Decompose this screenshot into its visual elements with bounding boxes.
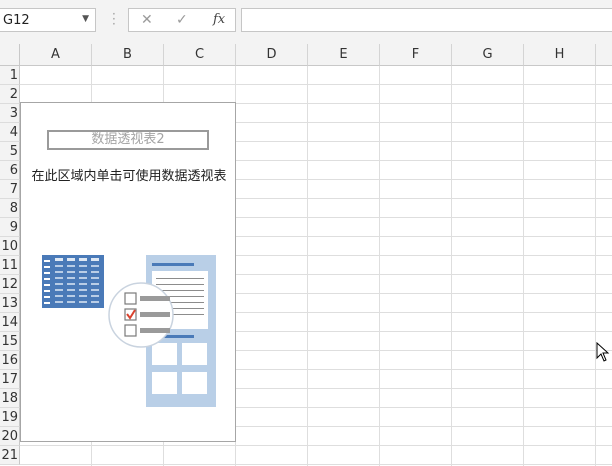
row-header-9[interactable]: 9 xyxy=(0,218,20,237)
row-header-21[interactable]: 21 xyxy=(0,446,20,465)
row-header-14[interactable]: 14 xyxy=(0,313,20,332)
column-header-f[interactable]: F xyxy=(380,44,452,66)
name-box-value: G12 xyxy=(3,13,30,28)
row-header-19[interactable]: 19 xyxy=(0,408,20,427)
select-all-corner[interactable] xyxy=(0,44,20,66)
column-header-b[interactable]: B xyxy=(92,44,164,66)
check-icon[interactable]: ✓ xyxy=(176,12,188,28)
row-header-2[interactable]: 2 xyxy=(0,85,20,104)
formula-bar-area: G12 ▼ · · · ✕ ✓ fx xyxy=(0,0,612,44)
pivot-table-hint: 在此区域内单击可使用数据透视表 xyxy=(31,169,227,184)
formula-input[interactable] xyxy=(241,8,612,32)
pivot-table-placeholder[interactable]: 数据透视表2 在此区域内单击可使用数据透视表 xyxy=(20,102,236,442)
row-header-20[interactable]: 20 xyxy=(0,427,20,446)
row-header-16[interactable]: 16 xyxy=(0,351,20,370)
row-header-11[interactable]: 11 xyxy=(0,256,20,275)
row-header-1[interactable]: 1 xyxy=(0,66,20,85)
mouse-cursor-icon xyxy=(596,342,610,362)
row-header-8[interactable]: 8 xyxy=(0,199,20,218)
row-header-7[interactable]: 7 xyxy=(0,180,20,199)
pivot-table-illustration xyxy=(42,255,216,407)
close-icon[interactable]: ✕ xyxy=(141,12,153,28)
row-header-15[interactable]: 15 xyxy=(0,332,20,351)
row-header-5[interactable]: 5 xyxy=(0,142,20,161)
row-header-3[interactable]: 3 xyxy=(0,104,20,123)
column-header-i[interactable] xyxy=(596,44,612,66)
column-header-a[interactable]: A xyxy=(20,44,92,66)
column-header-d[interactable]: D xyxy=(236,44,308,66)
fx-icon[interactable]: fx xyxy=(213,12,225,27)
row-header-4[interactable]: 4 xyxy=(0,123,20,142)
column-header-e[interactable]: E xyxy=(308,44,380,66)
row-header-17[interactable]: 17 xyxy=(0,370,20,389)
table-grid-icon xyxy=(42,255,104,308)
row-header-12[interactable]: 12 xyxy=(0,275,20,294)
name-box[interactable]: G12 ▼ xyxy=(0,8,96,32)
row-header-13[interactable]: 13 xyxy=(0,294,20,313)
checkbox-list-icon xyxy=(108,282,174,348)
row-header-10[interactable]: 10 xyxy=(0,237,20,256)
column-header-g[interactable]: G xyxy=(452,44,524,66)
row-header-6[interactable]: 6 xyxy=(0,161,20,180)
column-header-c[interactable]: C xyxy=(164,44,236,66)
chevron-down-icon[interactable]: ▼ xyxy=(82,14,89,24)
formula-buttons: ✕ ✓ fx xyxy=(128,8,236,32)
pivot-table-name: 数据透视表2 xyxy=(47,130,209,150)
column-header-h[interactable]: H xyxy=(524,44,596,66)
row-header-18[interactable]: 18 xyxy=(0,389,20,408)
drag-handle-icon[interactable]: · · · xyxy=(112,8,116,30)
